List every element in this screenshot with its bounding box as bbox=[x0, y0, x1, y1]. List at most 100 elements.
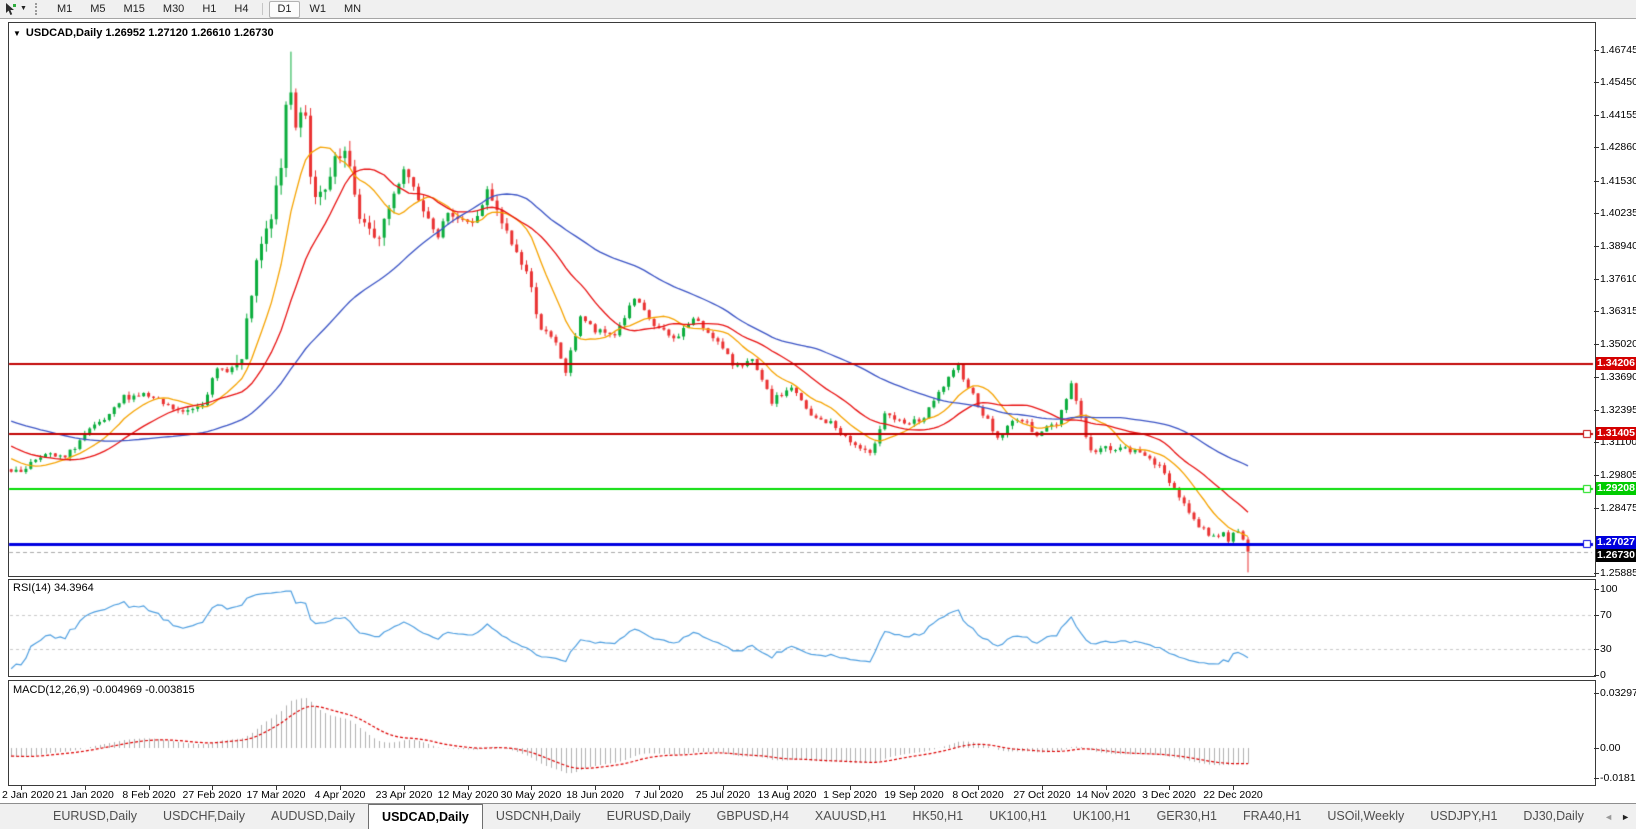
date-tick-label: 22 Dec 2020 bbox=[1203, 789, 1263, 801]
chart-tab-usdcnh-daily[interactable]: USDCNH,Daily bbox=[483, 804, 594, 829]
chart-tab-usdjpy-h1[interactable]: USDJPY,H1 bbox=[1417, 804, 1510, 829]
price-tick-label: 1.36315 bbox=[1600, 305, 1636, 317]
axis-tick bbox=[1594, 693, 1599, 694]
chart-tab-audusd-daily[interactable]: AUDUSD,Daily bbox=[258, 804, 368, 829]
timeframe-button-d1[interactable]: D1 bbox=[269, 1, 299, 18]
macd-level-label: 0.032972 bbox=[1600, 687, 1636, 699]
timeframe-button-m1[interactable]: M1 bbox=[49, 1, 80, 18]
price-tick-label: 1.35020 bbox=[1600, 338, 1636, 350]
axis-tick bbox=[1594, 410, 1599, 411]
axis-tick bbox=[1594, 377, 1599, 378]
date-tick-label: 14 Nov 2020 bbox=[1076, 789, 1136, 801]
chart-tab-dj30-daily[interactable]: DJ30,Daily bbox=[1510, 804, 1596, 829]
price-tick-label: 1.42860 bbox=[1600, 141, 1636, 153]
rsi-level-label: 70 bbox=[1600, 609, 1612, 621]
rsi-level-label: 100 bbox=[1600, 583, 1618, 595]
price-tick-label: 1.29805 bbox=[1600, 469, 1636, 481]
chart-tab-eurusd-daily[interactable]: EURUSD,Daily bbox=[594, 804, 704, 829]
date-tick-label: 4 Apr 2020 bbox=[315, 789, 366, 801]
chart-tab-hk50-h1[interactable]: HK50,H1 bbox=[899, 804, 976, 829]
chart-canvas[interactable] bbox=[0, 0, 1636, 829]
axis-tick bbox=[1594, 181, 1599, 182]
date-tick-label: 25 Jul 2020 bbox=[696, 789, 750, 801]
price-tick-label: 1.37610 bbox=[1600, 273, 1636, 285]
price-tick-label: 1.40235 bbox=[1600, 207, 1636, 219]
chart-title: ▼ USDCAD,Daily 1.26952 1.27120 1.26610 1.… bbox=[13, 27, 274, 39]
chart-tab-usdchf-daily[interactable]: USDCHF,Daily bbox=[150, 804, 258, 829]
axis-tick bbox=[1594, 246, 1599, 247]
timeframe-button-w1[interactable]: W1 bbox=[302, 1, 335, 18]
axis-tick bbox=[1594, 279, 1599, 280]
rsi-level-label: 0 bbox=[1600, 669, 1606, 681]
price-tick-label: 1.46745 bbox=[1600, 44, 1636, 56]
date-tick-label: 12 May 2020 bbox=[438, 789, 499, 801]
date-tick-label: 13 Aug 2020 bbox=[758, 789, 817, 801]
hline-price-badge[interactable]: 1.34206 bbox=[1596, 357, 1636, 370]
chart-tab-eurusd-daily[interactable]: EURUSD,Daily bbox=[40, 804, 150, 829]
current-price-badge: 1.26730 bbox=[1596, 549, 1636, 562]
axis-tick bbox=[1594, 573, 1599, 574]
timeframe-button-h4[interactable]: H4 bbox=[226, 1, 256, 18]
date-tick-label: 2 Jan 2020 bbox=[2, 789, 54, 801]
date-tick-label: 17 Mar 2020 bbox=[247, 789, 306, 801]
chart-tab-ger30-h1[interactable]: GER30,H1 bbox=[1144, 804, 1230, 829]
price-tick-label: 1.44155 bbox=[1600, 109, 1636, 121]
mt4-window: ▼ M1M5M15M30H1H4 D1W1MN ▼ USDCAD,Daily 1.2… bbox=[0, 0, 1636, 829]
date-tick-label: 8 Oct 2020 bbox=[952, 789, 1003, 801]
price-tick-label: 1.28475 bbox=[1600, 502, 1636, 514]
date-tick-label: 23 Apr 2020 bbox=[376, 789, 433, 801]
axis-tick bbox=[1594, 147, 1599, 148]
rsi-indicator-label: RSI(14) 34.3964 bbox=[13, 582, 94, 594]
chart-title-text: USDCAD,Daily 1.26952 1.27120 1.26610 1.2… bbox=[26, 27, 274, 39]
chart-tab-uk100-h1[interactable]: UK100,H1 bbox=[1060, 804, 1144, 829]
chart-tab-fra40-h1[interactable]: FRA40,H1 bbox=[1230, 804, 1314, 829]
price-tick-label: 1.33690 bbox=[1600, 371, 1636, 383]
chevron-down-icon[interactable]: ▼ bbox=[20, 2, 27, 16]
axis-tick bbox=[1594, 442, 1599, 443]
rsi-level-label: 30 bbox=[1600, 643, 1612, 655]
macd-indicator-label: MACD(12,26,9) -0.004969 -0.003815 bbox=[13, 684, 195, 696]
date-tick-label: 27 Oct 2020 bbox=[1013, 789, 1070, 801]
timeframe-toolbar: ▼ M1M5M15M30H1H4 D1W1MN bbox=[0, 0, 1636, 19]
chart-tab-usoil-weekly[interactable]: USOil,Weekly bbox=[1314, 804, 1417, 829]
axis-tick bbox=[1594, 115, 1599, 116]
timeframe-button-m30[interactable]: M30 bbox=[155, 1, 192, 18]
axis-tick bbox=[1594, 508, 1599, 509]
chart-tab-usdcad-daily[interactable]: USDCAD,Daily bbox=[368, 804, 483, 829]
axis-tick bbox=[1594, 311, 1599, 312]
cursor-icon-glyph bbox=[5, 3, 17, 16]
axis-tick bbox=[1594, 475, 1599, 476]
timeframe-button-m5[interactable]: M5 bbox=[82, 1, 113, 18]
chart-tab-gbpusd-h4[interactable]: GBPUSD,H4 bbox=[704, 804, 802, 829]
tab-scroll-right-icon[interactable]: ► bbox=[1621, 805, 1630, 829]
toolbar-separator bbox=[262, 3, 263, 15]
toolbar-grip[interactable] bbox=[35, 3, 42, 15]
axis-tick bbox=[1594, 50, 1599, 51]
chart-tab-xauusd-h1[interactable]: XAUUSD,H1 bbox=[802, 804, 900, 829]
hline-price-badge[interactable]: 1.27027 bbox=[1596, 536, 1636, 549]
hline-price-badge[interactable]: 1.31405 bbox=[1596, 427, 1636, 440]
price-tick-label: 1.45450 bbox=[1600, 76, 1636, 88]
date-tick-label: 18 Jun 2020 bbox=[566, 789, 624, 801]
tab-scroll-controls: ◄ ► bbox=[1586, 805, 1636, 829]
chart-tab-uk100-h1[interactable]: UK100,H1 bbox=[976, 804, 1060, 829]
date-tick-label: 27 Feb 2020 bbox=[183, 789, 242, 801]
date-tick-label: 19 Sep 2020 bbox=[884, 789, 944, 801]
hline-price-badge[interactable]: 1.29208 bbox=[1596, 482, 1636, 495]
date-tick-label: 7 Jul 2020 bbox=[635, 789, 683, 801]
axis-tick bbox=[1594, 615, 1599, 616]
cursor-icon[interactable] bbox=[3, 2, 19, 16]
axis-tick bbox=[1594, 675, 1599, 676]
date-tick-label: 8 Feb 2020 bbox=[122, 789, 175, 801]
collapse-ohlc-icon[interactable]: ▼ bbox=[13, 29, 21, 38]
price-tick-label: 1.38940 bbox=[1600, 240, 1636, 252]
axis-tick bbox=[1594, 82, 1599, 83]
chart-tab-bar: EURUSD,DailyUSDCHF,DailyAUDUSD,DailyUSDC… bbox=[0, 803, 1636, 829]
macd-level-label: 0.00 bbox=[1600, 742, 1620, 754]
tab-scroll-left-icon[interactable]: ◄ bbox=[1604, 805, 1613, 829]
timeframe-button-mn[interactable]: MN bbox=[336, 1, 369, 18]
timeframe-button-m15[interactable]: M15 bbox=[116, 1, 153, 18]
price-tick-label: 1.32395 bbox=[1600, 404, 1636, 416]
timeframe-button-h1[interactable]: H1 bbox=[194, 1, 224, 18]
axis-tick bbox=[1594, 778, 1599, 779]
